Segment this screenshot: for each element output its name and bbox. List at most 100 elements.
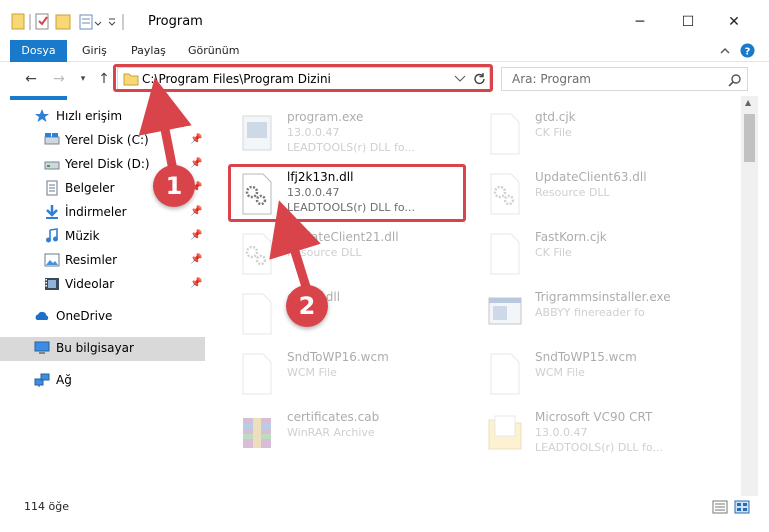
exe-file-icon: [488, 297, 522, 325]
sidebar-item-label: Belgeler: [65, 181, 115, 195]
ribbon-tabs: Dosya Giriş Paylaş Görünüm ?: [0, 40, 769, 100]
tab-home[interactable]: Giriş: [82, 40, 107, 62]
quick-access-toolbar[interactable]: [10, 12, 140, 32]
dll-file-icon: [490, 173, 520, 215]
drive-icon: [44, 161, 60, 170]
scroll-up-icon[interactable]: ▲: [745, 98, 751, 107]
pin-icon[interactable]: 📌: [190, 134, 202, 145]
file-type: WCM File: [287, 366, 337, 379]
back-arrow-icon[interactable]: ←: [22, 70, 40, 88]
sidebar-item-label: İndirmeler: [65, 205, 127, 219]
file-name: gtd.cjk: [535, 110, 576, 124]
recent-locations-icon[interactable]: ▾: [74, 70, 92, 88]
search-placeholder: Ara: Program: [512, 72, 591, 86]
dll-file-icon: [242, 233, 272, 275]
exe-file-icon: [242, 115, 272, 151]
list-item-trigrammsinstaller-exe[interactable]: Trigrammsinstaller.exe ABBYY finereader …: [473, 284, 723, 344]
sidebar-item-label: Yerel Disk (D:): [65, 157, 150, 171]
minimize-button[interactable]: ─: [620, 8, 660, 36]
file-name: SndToWP16.wcm: [287, 350, 389, 364]
list-item-updateclient63-dll[interactable]: UpdateClient63.dll Resource DLL: [473, 164, 723, 224]
pin-icon[interactable]: 📌: [190, 230, 202, 241]
sidebar-item-label: Ağ: [56, 373, 72, 387]
file-name: program.exe: [287, 110, 364, 124]
file-type: Resource DLL: [287, 246, 362, 259]
file-name: FastKorn.cjk: [535, 230, 607, 244]
pin-icon[interactable]: 📌: [190, 278, 202, 289]
up-arrow-icon[interactable]: ↑: [95, 70, 113, 88]
sidebar-item-local-disk-c[interactable]: Yerel Disk (C:) 📌: [0, 129, 205, 153]
computer-icon: [34, 341, 50, 354]
list-item-program-exe[interactable]: program.exe 13.0.0.47 LEADTOOLS(r) DLL f…: [225, 104, 475, 164]
file-version: 13.0.0.47: [287, 126, 340, 139]
tab-share[interactable]: Paylaş: [131, 40, 166, 62]
list-item-certificates-cab[interactable]: certificates.cab WinRAR Archive: [225, 404, 475, 464]
sidebar-item-pictures[interactable]: Resimler 📌: [0, 249, 205, 273]
pictures-icon: [44, 253, 60, 267]
file-description: LEADTOOLS(r) DLL fo...: [535, 441, 663, 454]
navigation-pane: Hızlı erişim Yerel Disk (C:) 📌 Yerel Dis…: [0, 96, 205, 496]
status-bar: 114 öğe: [0, 496, 769, 532]
sidebar-item-label: Resimler: [65, 253, 118, 267]
list-item-updateclient21-dll[interactable]: UpdateClient21.dll Resource DLL: [225, 224, 475, 284]
sidebar-item-label: Müzik: [65, 229, 100, 243]
drive-icon: [44, 133, 60, 145]
file-type: CK File: [535, 246, 572, 259]
callout-2: 2: [286, 285, 328, 327]
scrollbar-thumb[interactable]: [744, 114, 755, 162]
address-bar-highlight: [113, 64, 493, 92]
tab-view[interactable]: Görünüm: [188, 40, 239, 62]
videos-icon: [45, 278, 59, 290]
sidebar-item-this-pc[interactable]: Bu bilgisayar: [0, 337, 205, 361]
sidebar-item-label: OneDrive: [56, 309, 113, 323]
music-icon: [46, 228, 58, 243]
list-item-gtmpf-dll[interactable]: gtmpf.dll: [225, 284, 475, 344]
generic-file-icon: [490, 113, 520, 155]
list-item-sndtowp15-wcm[interactable]: SndToWP15.wcm WCM File: [473, 344, 723, 404]
sidebar-item-label: Bu bilgisayar: [56, 341, 134, 355]
file-name: Trigrammsinstaller.exe: [535, 290, 671, 304]
close-button[interactable]: ✕: [714, 8, 754, 36]
generic-file-icon: [242, 353, 272, 395]
file-type: WinRAR Archive: [287, 426, 375, 439]
sidebar-item-label: Hızlı erişim: [56, 109, 123, 123]
callout-1: 1: [153, 165, 195, 207]
file-name: certificates.cab: [287, 410, 380, 424]
tiles-view-icon[interactable]: [734, 500, 750, 514]
pin-icon[interactable]: 📌: [190, 158, 202, 169]
sidebar-item-quick-access[interactable]: Hızlı erişim: [0, 105, 205, 129]
list-item-sndtowp16-wcm[interactable]: SndToWP16.wcm WCM File: [225, 344, 475, 404]
documents-icon: [46, 180, 58, 196]
file-name: Microsoft VC90 CRT: [535, 410, 653, 424]
search-icon[interactable]: [728, 73, 742, 87]
sidebar-item-videos[interactable]: Videolar 📌: [0, 273, 205, 297]
file-type: CK File: [535, 126, 572, 139]
file-name: SndToWP15.wcm: [535, 350, 637, 364]
list-item-microsoft-vc90-crt[interactable]: Microsoft VC90 CRT 13.0.0.47 LEADTOOLS(r…: [473, 404, 723, 464]
pin-icon[interactable]: 📌: [190, 254, 202, 265]
sidebar-item-label: Yerel Disk (C:): [65, 133, 149, 147]
help-icon[interactable]: ?: [740, 43, 755, 58]
collapse-ribbon-icon[interactable]: [718, 44, 732, 58]
selected-file-highlight: [228, 164, 466, 222]
file-name: UpdateClient21.dll: [287, 230, 399, 244]
list-item-gtd-cjk[interactable]: gtd.cjk CK File: [473, 104, 723, 164]
pin-icon[interactable]: 📌: [190, 206, 202, 217]
archive-file-icon: [243, 418, 271, 448]
generic-file-icon: [490, 353, 520, 395]
downloads-icon: [46, 205, 58, 219]
details-view-icon[interactable]: [712, 500, 728, 514]
sidebar-item-onedrive[interactable]: OneDrive: [0, 305, 205, 329]
window-title: Program: [148, 14, 203, 29]
forward-arrow-icon[interactable]: →: [50, 70, 68, 88]
sidebar-item-music[interactable]: Müzik 📌: [0, 225, 205, 249]
search-input[interactable]: Ara: Program: [501, 67, 748, 91]
vertical-scrollbar[interactable]: ▲: [741, 96, 758, 496]
title-bar: Program ─ ☐ ✕: [0, 0, 769, 40]
sidebar-item-label: Videolar: [65, 277, 115, 291]
list-item-fastkorn-cjk[interactable]: FastKorn.cjk CK File: [473, 224, 723, 284]
sidebar-item-network[interactable]: Ağ: [0, 369, 205, 393]
star-icon: [35, 109, 49, 122]
generic-file-icon: [242, 293, 272, 335]
maximize-button[interactable]: ☐: [668, 8, 708, 36]
